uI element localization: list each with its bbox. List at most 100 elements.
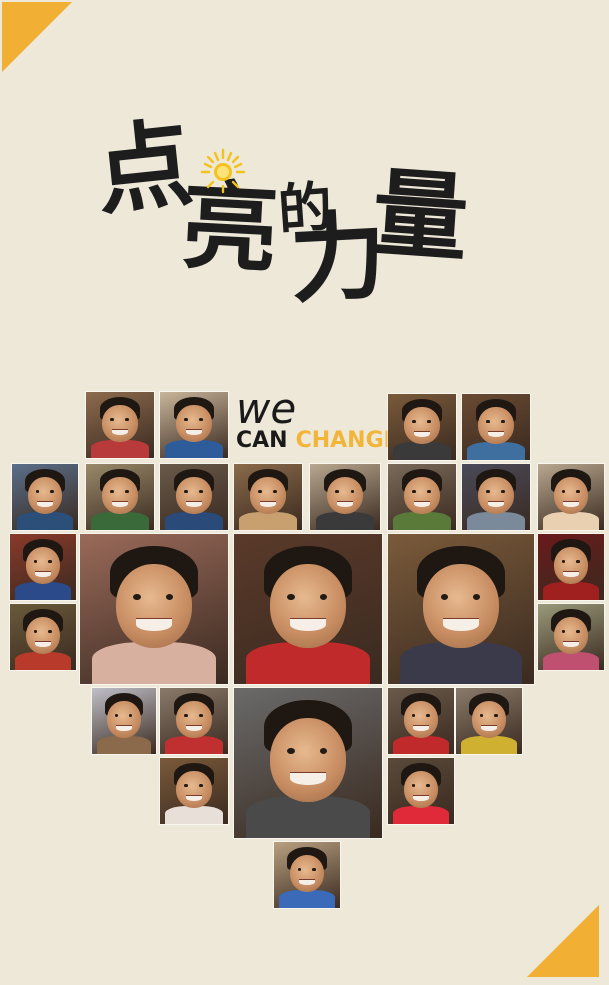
photo-face xyxy=(553,547,589,585)
photo-face xyxy=(250,477,286,515)
photo-face xyxy=(404,407,440,445)
photo-clothing xyxy=(17,511,73,530)
photo-clothing xyxy=(165,439,223,458)
photo-clothing xyxy=(393,441,451,460)
photo-face xyxy=(102,477,138,515)
child-photo-tile xyxy=(234,464,302,530)
photo-clothing xyxy=(245,642,371,684)
photo-eye xyxy=(312,868,316,872)
page-title: 点 亮 的 力 量 xyxy=(0,0,609,320)
photo-eye xyxy=(184,418,188,422)
child-photo-tile xyxy=(388,394,456,460)
photo-eye xyxy=(33,630,38,634)
child-photo-tile xyxy=(12,464,78,530)
photo-face xyxy=(478,477,514,515)
photo-face xyxy=(326,477,364,515)
photo-eye xyxy=(287,748,295,754)
photo-eye xyxy=(125,418,129,422)
photo-clothing xyxy=(279,889,335,908)
child-photo-tile xyxy=(10,604,76,670)
photo-face xyxy=(471,701,507,739)
photo-eye xyxy=(501,420,505,424)
photo-smile xyxy=(290,618,326,631)
photo-face xyxy=(403,771,439,809)
child-photo-tile xyxy=(388,758,454,824)
child-photo-tile xyxy=(538,534,604,600)
photo-clothing xyxy=(91,642,217,684)
photo-eye xyxy=(48,560,52,564)
photo-eye xyxy=(494,714,498,718)
photo-clothing xyxy=(15,581,71,600)
photo-face xyxy=(176,477,212,515)
photo-clothing xyxy=(91,511,149,530)
photo-clothing xyxy=(239,511,297,530)
slogan-change: CHANGE xyxy=(295,428,399,453)
photo-eye xyxy=(48,630,52,634)
photo-eye xyxy=(561,560,566,564)
photo-clothing xyxy=(543,651,599,670)
photo-eye xyxy=(199,418,203,422)
photo-eye xyxy=(412,420,416,424)
photo-eye xyxy=(199,784,203,788)
photo-face xyxy=(102,405,138,443)
photo-eye xyxy=(258,490,262,494)
slogan-can-change: CAN CHANGE xyxy=(236,430,399,452)
photo-face xyxy=(553,617,589,655)
photo-face xyxy=(404,477,440,515)
child-photo-tile xyxy=(456,688,522,754)
sun-icon xyxy=(200,148,246,194)
photo-eye xyxy=(350,490,355,494)
photo-clothing xyxy=(245,796,371,838)
photo-face xyxy=(269,718,347,802)
photo-eye xyxy=(576,630,580,634)
child-photo-tile xyxy=(388,534,534,684)
photo-clothing xyxy=(15,651,71,670)
slogan-we: we xyxy=(236,384,297,433)
child-photo-tile xyxy=(388,464,456,530)
child-photo-tile xyxy=(234,534,382,684)
child-photo-tile xyxy=(160,758,228,824)
photo-clothing xyxy=(97,735,151,754)
photo-eye xyxy=(426,714,430,718)
child-photo-tile xyxy=(538,604,604,670)
photo-eye xyxy=(412,490,416,494)
photo-eye xyxy=(297,868,302,872)
photo-eye xyxy=(427,420,431,424)
photo-face xyxy=(289,855,325,893)
photo-face xyxy=(27,477,63,515)
photo-face xyxy=(176,771,212,809)
photo-clothing xyxy=(467,511,525,530)
photo-face xyxy=(478,407,514,445)
photo-eye xyxy=(110,418,114,422)
photo-eye xyxy=(486,490,490,494)
child-photo-tile xyxy=(80,534,228,684)
child-photo-tile xyxy=(160,464,228,530)
child-photo-tile xyxy=(86,464,154,530)
photo-eye xyxy=(110,490,114,494)
photo-eye xyxy=(287,594,295,600)
title-char-5: 量 xyxy=(368,156,472,276)
photo-clothing xyxy=(165,735,223,754)
child-photo-tile xyxy=(462,464,530,530)
child-photo-tile xyxy=(462,394,530,460)
child-photo-tile xyxy=(160,688,228,754)
photo-eye xyxy=(472,594,480,600)
child-photo-tile xyxy=(160,392,228,458)
photo-face xyxy=(403,701,439,739)
photo-face xyxy=(176,701,212,739)
photo-eye xyxy=(184,784,188,788)
photo-eye xyxy=(411,714,416,718)
photo-face xyxy=(25,547,61,585)
child-photo-tile xyxy=(388,688,454,754)
photo-eye xyxy=(335,490,339,494)
photo-smile xyxy=(136,618,172,631)
photo-eye xyxy=(501,490,505,494)
photo-clothing xyxy=(393,511,451,530)
child-photo-tile xyxy=(234,688,382,838)
child-photo-tile xyxy=(310,464,380,530)
photo-clothing xyxy=(543,581,599,600)
photo-eye xyxy=(35,490,40,494)
photo-eye xyxy=(199,714,203,718)
photo-face xyxy=(115,564,193,648)
photo-clothing xyxy=(543,511,599,530)
